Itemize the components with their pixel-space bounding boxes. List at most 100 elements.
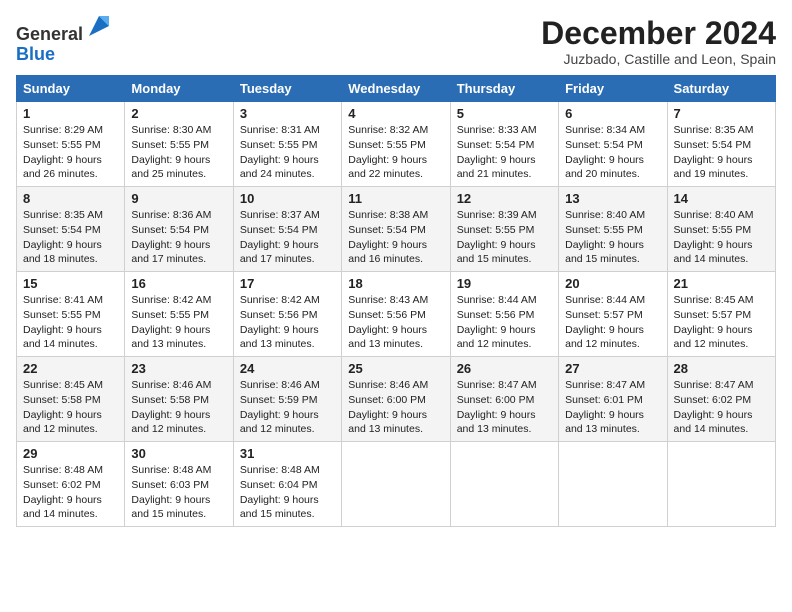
- calendar-cell: [450, 442, 558, 527]
- col-header-sunday: Sunday: [17, 76, 125, 102]
- day-number: 31: [240, 446, 335, 461]
- col-header-saturday: Saturday: [667, 76, 775, 102]
- day-number: 10: [240, 191, 335, 206]
- day-number: 6: [565, 106, 660, 121]
- calendar-cell: 22 Sunrise: 8:45 AMSunset: 5:58 PMDayligh…: [17, 357, 125, 442]
- day-number: 11: [348, 191, 443, 206]
- calendar-cell: 29 Sunrise: 8:48 AMSunset: 6:02 PMDayligh…: [17, 442, 125, 527]
- calendar-cell: 11 Sunrise: 8:38 AMSunset: 5:54 PMDayligh…: [342, 187, 450, 272]
- day-number: 21: [674, 276, 769, 291]
- logo-general: General: [16, 24, 83, 44]
- col-header-friday: Friday: [559, 76, 667, 102]
- day-info: Sunrise: 8:48 AMSunset: 6:02 PMDaylight:…: [23, 463, 118, 522]
- day-number: 3: [240, 106, 335, 121]
- calendar-cell: 2 Sunrise: 8:30 AMSunset: 5:55 PMDaylight…: [125, 102, 233, 187]
- day-info: Sunrise: 8:46 AMSunset: 6:00 PMDaylight:…: [348, 378, 443, 437]
- col-header-thursday: Thursday: [450, 76, 558, 102]
- day-info: Sunrise: 8:32 AMSunset: 5:55 PMDaylight:…: [348, 123, 443, 182]
- day-number: 4: [348, 106, 443, 121]
- calendar-cell: 26Sunrise: 8:47 AMSunset: 6:00 PMDayligh…: [450, 357, 558, 442]
- day-number: 29: [23, 446, 118, 461]
- location: Juzbado, Castille and Leon, Spain: [541, 51, 776, 67]
- day-info: Sunrise: 8:41 AMSunset: 5:55 PMDaylight:…: [23, 293, 118, 352]
- day-number: 7: [674, 106, 769, 121]
- logo-icon: [85, 12, 113, 40]
- day-number: 17: [240, 276, 335, 291]
- logo-blue: Blue: [16, 44, 55, 64]
- calendar-cell: 4 Sunrise: 8:32 AMSunset: 5:55 PMDaylight…: [342, 102, 450, 187]
- week-row-4: 22 Sunrise: 8:45 AMSunset: 5:58 PMDayligh…: [17, 357, 776, 442]
- calendar-cell: 30 Sunrise: 8:48 AMSunset: 6:03 PMDayligh…: [125, 442, 233, 527]
- day-number: 15: [23, 276, 118, 291]
- day-info: Sunrise: 8:42 AMSunset: 5:56 PMDaylight:…: [240, 293, 335, 352]
- day-number: 18: [348, 276, 443, 291]
- logo: General Blue: [16, 16, 113, 65]
- calendar-cell: 25 Sunrise: 8:46 AMSunset: 6:00 PMDayligh…: [342, 357, 450, 442]
- day-number: 1: [23, 106, 118, 121]
- day-number: 12: [457, 191, 552, 206]
- calendar-cell: 19Sunrise: 8:44 AMSunset: 5:56 PMDayligh…: [450, 272, 558, 357]
- calendar-cell: [667, 442, 775, 527]
- day-info: Sunrise: 8:36 AMSunset: 5:54 PMDaylight:…: [131, 208, 226, 267]
- day-number: 30: [131, 446, 226, 461]
- day-info: Sunrise: 8:47 AMSunset: 6:01 PMDaylight:…: [565, 378, 660, 437]
- page-header: General Blue December 2024 Juzbado, Cast…: [16, 16, 776, 67]
- day-info: Sunrise: 8:46 AMSunset: 5:59 PMDaylight:…: [240, 378, 335, 437]
- col-header-monday: Monday: [125, 76, 233, 102]
- week-row-3: 15 Sunrise: 8:41 AMSunset: 5:55 PMDayligh…: [17, 272, 776, 357]
- calendar-cell: 31Sunrise: 8:48 AMSunset: 6:04 PMDayligh…: [233, 442, 341, 527]
- calendar-cell: 9 Sunrise: 8:36 AMSunset: 5:54 PMDaylight…: [125, 187, 233, 272]
- week-row-1: 1 Sunrise: 8:29 AMSunset: 5:55 PMDaylight…: [17, 102, 776, 187]
- day-number: 27: [565, 361, 660, 376]
- col-header-wednesday: Wednesday: [342, 76, 450, 102]
- calendar-cell: [342, 442, 450, 527]
- day-info: Sunrise: 8:34 AMSunset: 5:54 PMDaylight:…: [565, 123, 660, 182]
- day-number: 16: [131, 276, 226, 291]
- calendar-table: SundayMondayTuesdayWednesdayThursdayFrid…: [16, 75, 776, 527]
- calendar-cell: 17 Sunrise: 8:42 AMSunset: 5:56 PMDayligh…: [233, 272, 341, 357]
- day-number: 19: [457, 276, 552, 291]
- calendar-cell: 18 Sunrise: 8:43 AMSunset: 5:56 PMDayligh…: [342, 272, 450, 357]
- calendar-cell: 28Sunrise: 8:47 AMSunset: 6:02 PMDayligh…: [667, 357, 775, 442]
- day-number: 9: [131, 191, 226, 206]
- day-number: 14: [674, 191, 769, 206]
- calendar-cell: 23 Sunrise: 8:46 AMSunset: 5:58 PMDayligh…: [125, 357, 233, 442]
- calendar-cell: 7 Sunrise: 8:35 AMSunset: 5:54 PMDaylight…: [667, 102, 775, 187]
- day-info: Sunrise: 8:29 AMSunset: 5:55 PMDaylight:…: [23, 123, 118, 182]
- day-info: Sunrise: 8:46 AMSunset: 5:58 PMDaylight:…: [131, 378, 226, 437]
- calendar-cell: 1 Sunrise: 8:29 AMSunset: 5:55 PMDaylight…: [17, 102, 125, 187]
- day-info: Sunrise: 8:44 AMSunset: 5:57 PMDaylight:…: [565, 293, 660, 352]
- week-row-5: 29 Sunrise: 8:48 AMSunset: 6:02 PMDayligh…: [17, 442, 776, 527]
- month-title: December 2024: [541, 16, 776, 51]
- day-info: Sunrise: 8:45 AMSunset: 5:57 PMDaylight:…: [674, 293, 769, 352]
- day-number: 5: [457, 106, 552, 121]
- calendar-cell: 14Sunrise: 8:40 AMSunset: 5:55 PMDayligh…: [667, 187, 775, 272]
- day-info: Sunrise: 8:35 AMSunset: 5:54 PMDaylight:…: [674, 123, 769, 182]
- day-info: Sunrise: 8:31 AMSunset: 5:55 PMDaylight:…: [240, 123, 335, 182]
- day-number: 20: [565, 276, 660, 291]
- calendar-cell: 16 Sunrise: 8:42 AMSunset: 5:55 PMDayligh…: [125, 272, 233, 357]
- day-info: Sunrise: 8:35 AMSunset: 5:54 PMDaylight:…: [23, 208, 118, 267]
- day-info: Sunrise: 8:33 AMSunset: 5:54 PMDaylight:…: [457, 123, 552, 182]
- day-number: 23: [131, 361, 226, 376]
- day-number: 2: [131, 106, 226, 121]
- day-info: Sunrise: 8:39 AMSunset: 5:55 PMDaylight:…: [457, 208, 552, 267]
- calendar-cell: [559, 442, 667, 527]
- day-info: Sunrise: 8:42 AMSunset: 5:55 PMDaylight:…: [131, 293, 226, 352]
- day-number: 26: [457, 361, 552, 376]
- calendar-cell: 6 Sunrise: 8:34 AMSunset: 5:54 PMDaylight…: [559, 102, 667, 187]
- day-info: Sunrise: 8:38 AMSunset: 5:54 PMDaylight:…: [348, 208, 443, 267]
- day-number: 25: [348, 361, 443, 376]
- calendar-cell: 27 Sunrise: 8:47 AMSunset: 6:01 PMDayligh…: [559, 357, 667, 442]
- day-number: 22: [23, 361, 118, 376]
- day-info: Sunrise: 8:48 AMSunset: 6:03 PMDaylight:…: [131, 463, 226, 522]
- calendar-cell: 24 Sunrise: 8:46 AMSunset: 5:59 PMDayligh…: [233, 357, 341, 442]
- day-info: Sunrise: 8:45 AMSunset: 5:58 PMDaylight:…: [23, 378, 118, 437]
- day-info: Sunrise: 8:43 AMSunset: 5:56 PMDaylight:…: [348, 293, 443, 352]
- day-info: Sunrise: 8:30 AMSunset: 5:55 PMDaylight:…: [131, 123, 226, 182]
- day-info: Sunrise: 8:37 AMSunset: 5:54 PMDaylight:…: [240, 208, 335, 267]
- calendar-cell: 20 Sunrise: 8:44 AMSunset: 5:57 PMDayligh…: [559, 272, 667, 357]
- week-row-2: 8Sunrise: 8:35 AMSunset: 5:54 PMDaylight…: [17, 187, 776, 272]
- calendar-cell: 13Sunrise: 8:40 AMSunset: 5:55 PMDayligh…: [559, 187, 667, 272]
- day-number: 24: [240, 361, 335, 376]
